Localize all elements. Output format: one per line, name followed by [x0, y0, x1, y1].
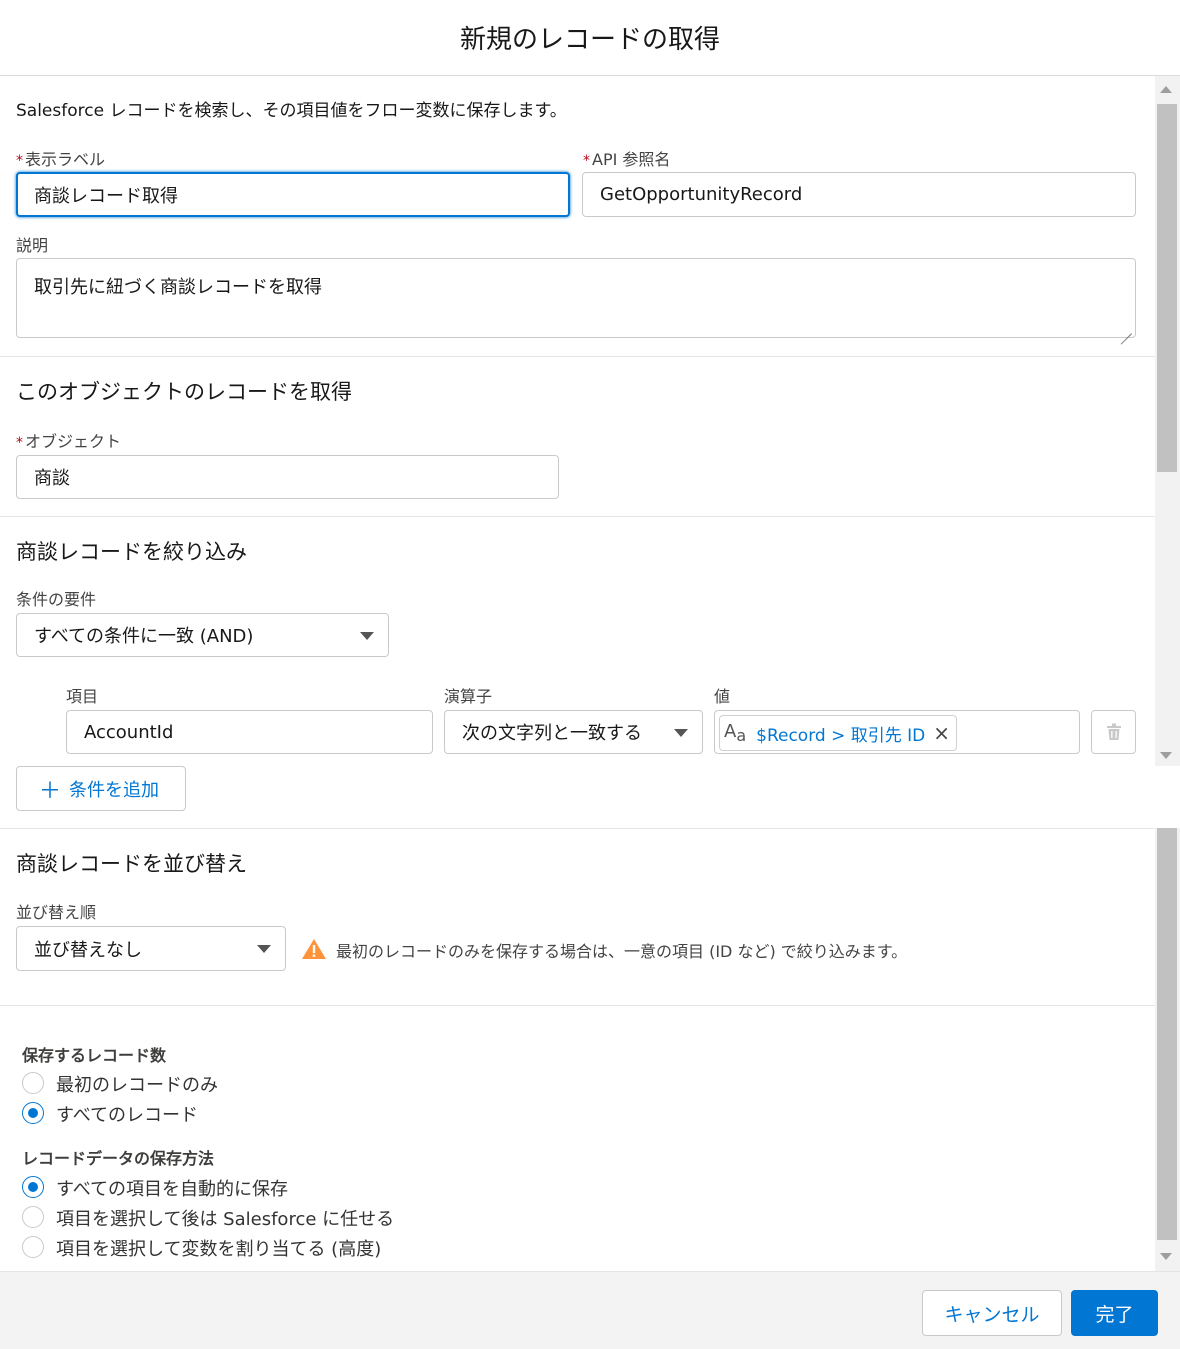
- required-mark: *: [16, 153, 23, 169]
- scroll-up-arrow-icon[interactable]: [1160, 86, 1172, 93]
- radio-choose-fields-assign[interactable]: [22, 1236, 44, 1258]
- scroll-down-arrow-icon[interactable]: [1160, 1253, 1172, 1260]
- record-count-heading: 保存するレコード数: [22, 1046, 167, 1065]
- radio-choose-fields-assign-label: 項目を選択して変数を割り当てる (高度): [56, 1239, 382, 1260]
- sort-order-select[interactable]: 並び替えなし: [16, 926, 286, 971]
- resource-pill[interactable]: Aa $Record > 取引先 ID ×: [719, 715, 958, 751]
- api-name-input[interactable]: GetOpportunityRecord: [582, 172, 1136, 217]
- section-divider: [0, 1005, 1155, 1006]
- description-textarea[interactable]: 取引先に紐づく商談レコードを取得: [16, 258, 1136, 338]
- chevron-down-icon: [674, 729, 688, 737]
- radio-choose-fields-auto[interactable]: [22, 1206, 44, 1228]
- radio-choose-fields-auto-label: 項目を選択して後は Salesforce に任せる: [56, 1209, 395, 1230]
- description-caption: 説明: [16, 236, 49, 255]
- cancel-button[interactable]: キャンセル: [922, 1290, 1062, 1336]
- warning-icon: [302, 939, 326, 959]
- modal-footer: キャンセル 完了: [0, 1271, 1180, 1349]
- object-section-heading: このオブジェクトのレコードを取得: [16, 380, 352, 404]
- scroll-down-arrow-icon[interactable]: [1160, 752, 1172, 759]
- radio-first-record-label: 最初のレコードのみ: [56, 1075, 218, 1096]
- delete-condition-button[interactable]: [1091, 710, 1136, 754]
- sort-warning-text: 最初のレコードのみを保存する場合は、一意の項目 (ID など) で絞り込みます。: [336, 942, 908, 961]
- requirement-select[interactable]: すべての条件に一致 (AND): [16, 613, 389, 657]
- add-icon: ＋: [39, 778, 62, 804]
- sort-order-caption: 並び替え順: [16, 903, 97, 922]
- resize-handle-icon[interactable]: [1120, 322, 1132, 334]
- section-divider: [0, 516, 1155, 517]
- condition-value-input[interactable]: Aa $Record > 取引先 ID ×: [714, 710, 1080, 754]
- condition-operator-select[interactable]: 次の文字列と一致する: [444, 710, 703, 754]
- display-label-input[interactable]: 商談レコード取得: [16, 172, 570, 217]
- add-condition-button[interactable]: ＋ 条件を追加: [16, 766, 186, 811]
- sort-section-heading: 商談レコードを並び替え: [16, 852, 247, 876]
- radio-auto-store-all[interactable]: [22, 1176, 44, 1198]
- condition-field-input[interactable]: AccountId: [66, 710, 433, 754]
- required-mark: *: [583, 153, 590, 169]
- scrollbar-upper[interactable]: [1155, 76, 1180, 766]
- modal-title: 新規のレコードの取得: [459, 25, 720, 55]
- done-button[interactable]: 完了: [1071, 1290, 1158, 1336]
- radio-all-records[interactable]: [22, 1102, 44, 1124]
- scrollbar-lower[interactable]: [1155, 828, 1180, 1271]
- scrollbar-thumb-upper[interactable]: [1157, 104, 1177, 472]
- chevron-down-icon: [360, 632, 374, 640]
- modal-body: Salesforce レコードを検索し、その項目値をフロー変数に保存します。 *…: [0, 76, 1155, 1271]
- resource-pill-label: $Record > 取引先 ID: [756, 725, 926, 746]
- section-divider: [0, 828, 1155, 829]
- intro-text: Salesforce レコードを検索し、その項目値をフロー変数に保存します。: [16, 101, 567, 121]
- radio-first-record[interactable]: [22, 1072, 44, 1094]
- section-divider: [0, 356, 1155, 357]
- filter-section-heading: 商談レコードを絞り込み: [16, 540, 247, 564]
- required-mark: *: [16, 435, 23, 451]
- object-input[interactable]: 商談: [16, 455, 559, 499]
- field-column-header: 項目: [66, 687, 99, 706]
- api-name-caption: * API 参照名: [583, 150, 671, 169]
- scrollbar-thumb-lower[interactable]: [1157, 828, 1177, 1240]
- trash-icon: [1106, 723, 1121, 740]
- text-resource-icon: Aa: [724, 721, 747, 745]
- remove-pill-icon[interactable]: ×: [933, 721, 950, 745]
- display-label-caption: * 表示ラベル: [16, 150, 106, 169]
- store-method-heading: レコードデータの保存方法: [22, 1149, 215, 1168]
- requirement-caption: 条件の要件: [16, 590, 97, 609]
- operator-column-header: 演算子: [444, 687, 493, 706]
- radio-all-records-label: すべてのレコード: [56, 1105, 199, 1126]
- chevron-down-icon: [257, 945, 271, 953]
- object-caption: * オブジェクト: [16, 432, 122, 451]
- modal-header: 新規のレコードの取得: [0, 0, 1180, 76]
- value-column-header: 値: [714, 687, 731, 706]
- radio-auto-store-all-label: すべての項目を自動的に保存: [56, 1179, 289, 1200]
